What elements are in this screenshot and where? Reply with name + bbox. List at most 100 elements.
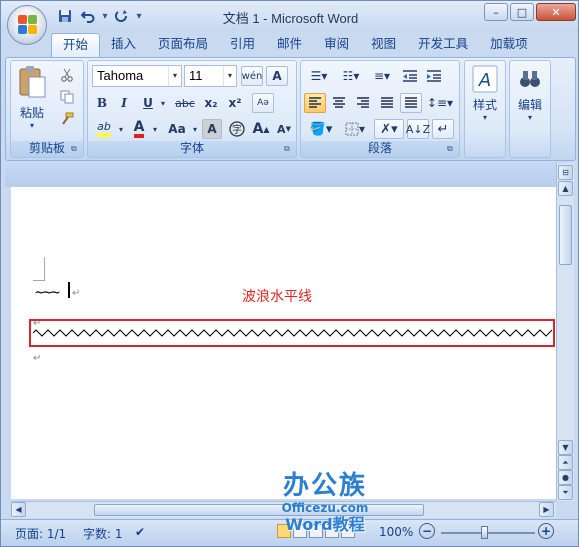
paragraph-mark: ↵ (72, 288, 81, 299)
enclose-characters-icon[interactable]: 字 (226, 119, 248, 139)
underline-dropdown-icon[interactable]: ▾ (158, 93, 168, 113)
cut-icon[interactable] (57, 65, 77, 85)
tab-insert[interactable]: 插入 (100, 33, 147, 57)
subscript-button[interactable]: x₂ (200, 93, 222, 113)
align-left-icon[interactable] (304, 93, 326, 113)
zoom-out-icon[interactable]: − (419, 523, 435, 539)
tab-view[interactable]: 视图 (360, 33, 407, 57)
font-launcher-icon[interactable]: ⧉ (284, 145, 293, 154)
superscript-button[interactable]: x² (224, 93, 246, 113)
paste-dropdown-icon: ▾ (29, 121, 34, 130)
align-center-icon[interactable] (328, 93, 350, 113)
vertical-scroll-thumb[interactable] (559, 205, 572, 265)
close-button[interactable]: ✕ (536, 3, 576, 21)
distributed-icon[interactable] (400, 93, 422, 113)
character-border-icon[interactable]: A (266, 66, 288, 86)
editing-group: 编辑 ▾ (509, 60, 551, 158)
character-shading-icon[interactable]: A (202, 119, 222, 139)
bold-button[interactable]: B (92, 93, 112, 113)
maximize-button[interactable]: □ (510, 3, 534, 21)
font-group: Tahoma ▾ 11 ▾ wén A B I U ▾ abc x₂ x² Aǝ… (87, 60, 297, 158)
tab-home[interactable]: 开始 (51, 33, 101, 57)
sort-icon[interactable]: A↓Z (406, 119, 430, 139)
styles-dropdown-icon: ▾ (482, 113, 487, 122)
font-color-button[interactable]: A (128, 119, 150, 139)
styles-label: 样式 (472, 98, 497, 112)
browse-object-icon[interactable]: ● (558, 470, 573, 485)
watermark-brand: 办公族 (282, 471, 367, 501)
grow-font-label: A (252, 121, 264, 137)
tab-page-layout[interactable]: 页面布局 (147, 33, 219, 57)
copy-icon[interactable] (57, 87, 77, 107)
highlight-box (29, 319, 555, 347)
shrink-font-button[interactable]: A ▼ (274, 119, 294, 139)
next-page-icon[interactable]: ⏷ (558, 485, 573, 500)
paste-icon (19, 66, 46, 98)
tilde-text: ~~~ (35, 283, 60, 301)
styles-button[interactable]: A 样式 ▾ (465, 65, 505, 122)
document-page[interactable]: ~~~ ↵ 波浪水平线 ↵ ↵ (11, 187, 556, 499)
font-size-combo[interactable]: 11 ▾ (184, 65, 237, 87)
clear-formatting-icon[interactable]: Aǝ (252, 93, 274, 113)
scroll-right-icon[interactable]: ▶ (539, 502, 554, 517)
phonetic-guide-icon[interactable]: wén (241, 66, 263, 86)
align-right-icon[interactable] (352, 93, 374, 113)
tab-add-ins[interactable]: 加载项 (479, 33, 539, 57)
font-name-value: Tahoma (97, 68, 144, 83)
strikethrough-button[interactable]: abc (172, 93, 198, 113)
borders-icon[interactable]: ▾ (340, 119, 370, 139)
office-button[interactable] (7, 5, 47, 45)
bullets-icon[interactable]: ☰▾ (304, 66, 334, 86)
styles-icon: A (472, 65, 498, 93)
word-count[interactable]: 字数: 1 (83, 525, 123, 542)
tab-developer[interactable]: 开发工具 (407, 33, 479, 57)
proofing-icon[interactable]: ✔ (135, 525, 145, 539)
zoom-in-icon[interactable]: + (538, 523, 554, 539)
clipboard-group: 粘贴 ▾ 剪贴板 ⧉ (10, 60, 84, 158)
scroll-left-icon[interactable]: ◀ (11, 502, 26, 517)
page-indicator[interactable]: 页面: 1/1 (15, 525, 66, 542)
styles-group: A 样式 ▾ (464, 60, 506, 158)
previous-page-icon[interactable]: ⏶ (558, 455, 573, 470)
paragraph-launcher-icon[interactable]: ⧉ (447, 145, 456, 154)
zoom-slider[interactable] (441, 526, 535, 539)
window-controls: – □ ✕ (484, 3, 576, 21)
chevron-down-icon: ▾ (223, 66, 236, 86)
highlight-label: ab (97, 121, 111, 137)
minimize-button[interactable]: – (484, 3, 508, 21)
highlight-button[interactable]: ab (92, 119, 116, 139)
vertical-scrollbar[interactable]: ⊟ ▲ ▼ ⏶ ● ⏷ (556, 163, 574, 501)
line-spacing-icon[interactable]: ↕≡▾ (425, 93, 455, 113)
highlight-dropdown-icon[interactable]: ▾ (116, 119, 126, 139)
tab-mailings[interactable]: 邮件 (266, 33, 313, 57)
paste-label: 粘贴 (19, 106, 44, 120)
change-case-dropdown-icon[interactable]: ▾ (190, 119, 200, 139)
multilevel-list-icon[interactable]: ≡▾ (368, 66, 396, 86)
ruler-toggle-icon[interactable]: ⊟ (558, 165, 573, 180)
change-case-button[interactable]: Aa (164, 119, 190, 139)
underline-button[interactable]: U (138, 93, 158, 113)
decrease-indent-icon[interactable] (399, 66, 421, 86)
shading-icon[interactable]: 🪣▾ (304, 119, 338, 139)
editing-button[interactable]: 编辑 ▾ (510, 65, 550, 122)
paste-button[interactable]: 粘贴 ▾ (15, 65, 49, 135)
font-name-combo[interactable]: Tahoma ▾ (92, 65, 182, 87)
chinese-layout-icon[interactable]: ✗▾ (374, 119, 404, 139)
clipboard-launcher-icon[interactable]: ⧉ (71, 145, 80, 154)
zoom-slider-thumb[interactable] (481, 526, 488, 539)
scroll-down-icon[interactable]: ▼ (558, 440, 573, 455)
increase-indent-icon[interactable] (423, 66, 445, 86)
font-color-dropdown-icon[interactable]: ▾ (150, 119, 160, 139)
tab-references[interactable]: 引用 (219, 33, 266, 57)
word-window: ▾ ▾ 文档 1 - Microsoft Word – □ ✕ 开始 插入 页面… (0, 0, 579, 547)
format-painter-icon[interactable] (57, 109, 77, 129)
justify-icon[interactable] (376, 93, 398, 113)
shrink-font-label: A (277, 122, 286, 136)
show-marks-icon[interactable]: ↵ (432, 119, 454, 139)
italic-button[interactable]: I (114, 93, 134, 113)
scroll-up-icon[interactable]: ▲ (558, 181, 573, 196)
grow-font-button[interactable]: A ▲ (250, 119, 272, 139)
tab-review[interactable]: 审阅 (313, 33, 360, 57)
numbering-icon[interactable]: ☷▾ (336, 66, 366, 86)
editing-label: 编辑 (517, 98, 542, 112)
